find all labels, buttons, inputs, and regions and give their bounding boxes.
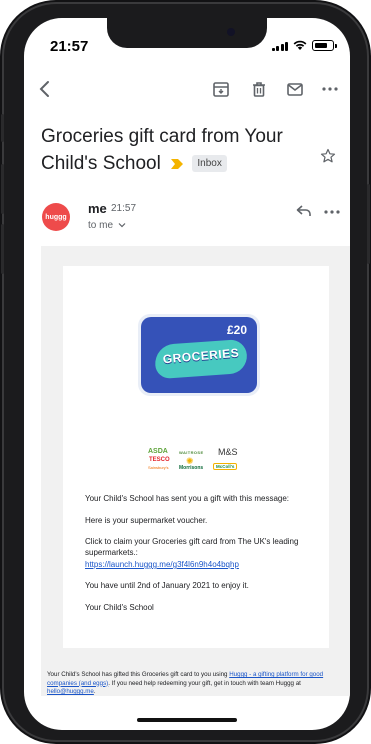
asda-logo: ASDA [148, 448, 168, 455]
footer-text-c: . [93, 688, 96, 696]
message-signature: Your Child's School [85, 603, 154, 612]
volume-down-button [1, 224, 4, 274]
gift-card-image[interactable]: £20 GROCERIES [138, 314, 260, 396]
phone-screen: 21:57 Groceries gift card from Your Chil… [24, 18, 350, 730]
email-footer: Your Child's School has gifted this Groc… [47, 671, 343, 697]
tesco-logo: TESCO [149, 457, 170, 463]
mute-switch [1, 114, 4, 142]
chevron-down-icon [118, 223, 126, 228]
mccolls-logo: McColl's [213, 463, 238, 470]
recipient-toggle[interactable]: to me [88, 220, 126, 231]
message-intro: Your Child's School has sent you a gift … [85, 494, 290, 503]
sender-name: me [88, 201, 107, 216]
email-body: £20 GROCERIES ASDA WAITROSE M&S TESCO Sa… [41, 246, 350, 696]
power-button [367, 184, 370, 264]
waitrose-logo: WAITROSE [179, 450, 204, 455]
wifi-icon [293, 40, 307, 50]
phone-frame: 21:57 Groceries gift card from Your Chil… [1, 4, 370, 740]
claim-link-row: https://launch.huggg.me/g3f4l6n9h4o4bqhp [85, 560, 315, 571]
supermarket-logos: ASDA WAITROSE M&S TESCO Sainsbury's ✺ Mo… [148, 446, 258, 480]
gift-card-face: £20 GROCERIES [141, 317, 257, 393]
notch [107, 18, 267, 48]
important-marker-icon[interactable] [170, 158, 184, 170]
morrisons-logo: Morrisons [179, 465, 204, 471]
sender-time: 21:57 [111, 203, 137, 214]
inbox-label-chip[interactable]: Inbox [192, 155, 227, 173]
trash-icon[interactable] [250, 80, 268, 98]
recipient-text: to me [88, 220, 114, 231]
volume-up-button [1, 164, 4, 214]
support-email-link[interactable]: hello@huggg.me [47, 688, 94, 695]
camera-icon [227, 28, 235, 36]
footer-text-b: . If you need help redeeming your gift, … [108, 679, 301, 687]
back-arrow-icon[interactable] [38, 80, 52, 98]
signal-icon [271, 41, 288, 51]
footer-text-a: Your Child's School has gifted this Groc… [47, 671, 230, 678]
more-horizontal-icon[interactable] [322, 86, 338, 92]
message-expiry: You have until 2nd of January 2021 to en… [85, 581, 249, 590]
email-subject: Groceries gift card from Your Child's Sc… [41, 123, 301, 177]
subject-text: Groceries gift card from Your Child's Sc… [41, 126, 283, 174]
claim-link[interactable]: https://launch.huggg.me/g3f4l6n9h4o4bqhp [85, 560, 239, 569]
mail-icon[interactable] [286, 80, 304, 98]
status-time: 21:57 [50, 38, 89, 55]
message-claim: Click to claim your Groceries gift card … [85, 537, 299, 557]
ms-logo: M&S [218, 447, 238, 457]
home-indicator[interactable] [137, 718, 237, 722]
gift-amount: £20 [226, 323, 247, 337]
sainsburys-logo: Sainsbury's [148, 465, 169, 470]
battery-icon [312, 40, 337, 51]
sender-avatar[interactable]: huggg [42, 203, 70, 231]
email-toolbar [24, 70, 350, 110]
message-card: £20 GROCERIES ASDA WAITROSE M&S TESCO Sa… [63, 266, 329, 648]
message-note: Here is your supermarket voucher. [85, 516, 208, 525]
reply-icon[interactable] [296, 204, 312, 218]
message-more-icon[interactable] [324, 209, 340, 215]
status-icons [271, 40, 337, 51]
star-icon[interactable] [320, 148, 336, 164]
archive-icon[interactable] [212, 80, 230, 98]
